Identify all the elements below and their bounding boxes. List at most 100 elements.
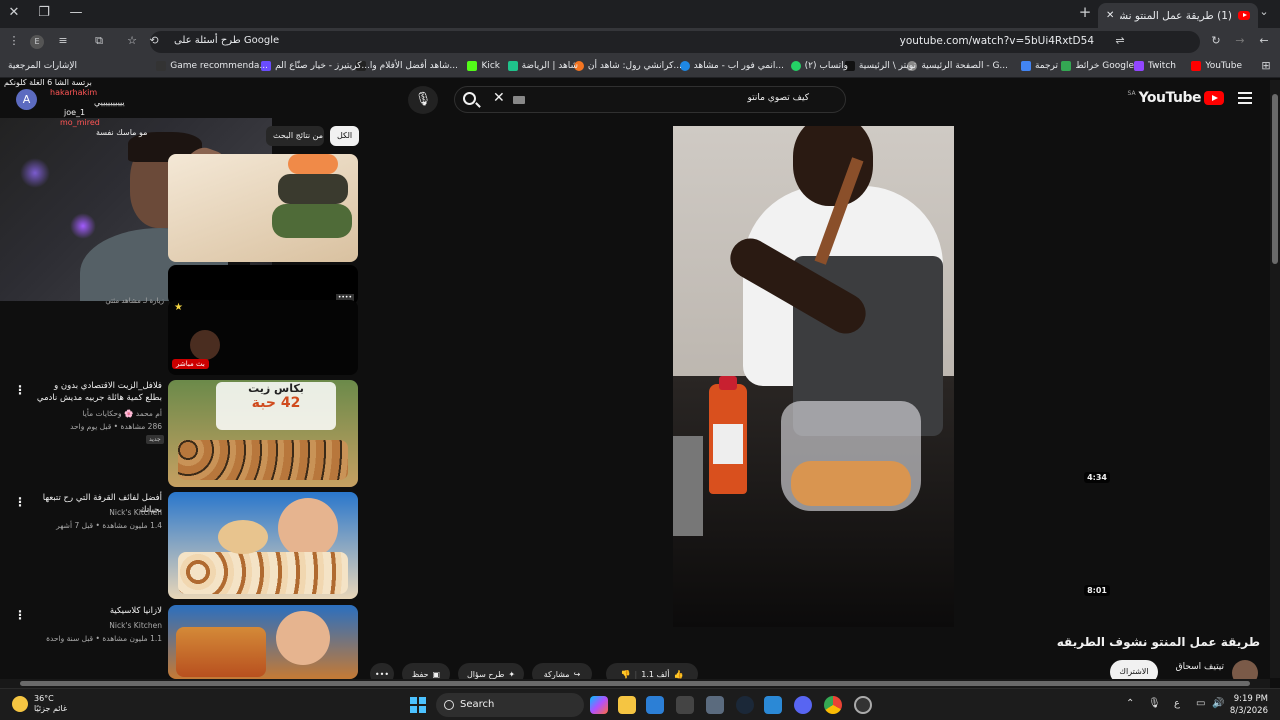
related-meta: 286 مشاهدة • قبل يوم واحد <box>70 422 162 431</box>
related-thumbnail-sushi[interactable] <box>168 154 358 262</box>
extensions-icon[interactable]: ⧉ <box>91 34 107 48</box>
vertical-scrollbar[interactable] <box>1270 80 1280 678</box>
search-icon[interactable] <box>463 92 476 105</box>
related-thumbnail-live[interactable]: ★ بث مباشر <box>168 300 358 375</box>
bookmark-twitch[interactable]: Twitch <box>1133 61 1176 71</box>
back-icon[interactable]: ← <box>1256 34 1272 47</box>
related-meta: زيارة لـ مشاهد مئتي <box>105 297 164 305</box>
more-actions-icon[interactable]: ⋮ <box>14 608 26 622</box>
related-thumbnail-lasagna[interactable] <box>168 605 358 679</box>
bookmark-whatsapp[interactable]: (٢) واتساب <box>790 61 848 71</box>
related-thumbnail-stream[interactable]: •••• <box>168 265 358 305</box>
tray-chevron-icon[interactable]: ⌃ <box>1126 698 1134 709</box>
related-video-title[interactable]: فلافل_الزيت الاقتصادي بدون و بطلع كمية ه… <box>36 380 162 404</box>
steam-icon[interactable] <box>736 696 754 714</box>
address-bar[interactable]: ☆ ⟲ طرح أسئلة على Google youtube.com/wat… <box>127 31 1200 53</box>
minimize-window-button[interactable]: — <box>66 5 86 20</box>
clear-search-icon[interactable]: ✕ <box>493 90 505 106</box>
bookmark-creators[interactable]: كريتيرز - خيار صنّاع الم... <box>261 61 370 71</box>
ask-google-chip[interactable]: طرح أسئلة على Google <box>174 35 279 46</box>
file-explorer-icon[interactable] <box>618 696 636 714</box>
chat-line: hakarhakim <box>50 88 98 97</box>
language-indicator[interactable]: ع <box>1174 698 1180 709</box>
volume-icon[interactable]: 🔊 <box>1212 698 1224 709</box>
related-thumbnail-cinnamon[interactable] <box>168 492 358 599</box>
chat-line: mo_mired <box>60 118 100 127</box>
new-badge: جديد <box>146 435 164 444</box>
menu-dots-icon[interactable]: ⋮ <box>6 34 22 47</box>
tab-search-chevron-icon[interactable]: ⌄ <box>1254 5 1274 18</box>
bookmark-all-bookmarks[interactable]: الإشارات المرجعية <box>8 61 77 71</box>
channel-name[interactable]: تيتيف اسحاق <box>1176 662 1224 672</box>
search-input[interactable]: كيف تصوي مانتو ✕ <box>454 86 846 113</box>
taskbar-search[interactable]: Search <box>436 693 584 717</box>
new-tab-button[interactable]: + <box>1075 3 1095 21</box>
clock[interactable]: 9:19 PM 8/3/2026 <box>1230 693 1268 717</box>
bookmark-youtube[interactable]: YouTube <box>1191 61 1242 71</box>
discord-icon[interactable] <box>794 696 812 714</box>
scroll-thumb[interactable] <box>20 681 1250 686</box>
related-thumbnail-falafel[interactable]: بكاس زيت 42 حبة <box>168 380 358 487</box>
photos-icon[interactable] <box>646 696 664 714</box>
forward-icon[interactable]: → <box>1232 34 1248 47</box>
bookmark-label: Kick <box>481 61 500 71</box>
related-channel[interactable]: Nick's Kitchen <box>36 620 162 632</box>
bookmark-label: ترجمة <box>1034 61 1058 71</box>
dislike-icon[interactable]: 👎 <box>621 670 631 679</box>
bookmark-home[interactable]: الصفحة الرئيسية - G... <box>907 61 1008 71</box>
video-player[interactable] <box>673 126 954 627</box>
scroll-thumb[interactable] <box>1272 94 1278 264</box>
related-channel[interactable]: Nick's Kitchen <box>36 507 162 519</box>
chip-from-search[interactable]: من نتائج البحث <box>266 126 324 146</box>
guide-menu-icon[interactable] <box>1238 92 1252 107</box>
reload-icon[interactable]: ↻ <box>1208 34 1224 47</box>
youtube-logo[interactable]: SA YouTube <box>1128 90 1224 106</box>
bookmark-maps[interactable]: خرائط Google <box>1061 61 1134 71</box>
tab-youtube-video[interactable]: (1) طريقة عمل المنتو نشوف الطر ✕ <box>1098 3 1258 28</box>
duration-badge: 8:01 <box>1084 585 1110 596</box>
app-icon[interactable] <box>764 696 782 714</box>
bookmark-movies[interactable]: شاهد أفضل الأفلام وا... <box>355 61 458 71</box>
app-icon[interactable] <box>706 696 724 714</box>
url-text[interactable]: youtube.com/watch?v=5bUi4RxtD54 <box>900 35 1094 47</box>
media-icon[interactable]: ≡ <box>55 34 71 47</box>
profile-icon[interactable]: E <box>30 35 44 49</box>
horizontal-scrollbar[interactable] <box>0 679 1270 688</box>
close-window-button[interactable]: ✕ <box>4 5 24 20</box>
restore-window-button[interactable]: ❐ <box>34 5 54 20</box>
close-tab-icon[interactable]: ✕ <box>1106 10 1114 21</box>
voice-search-mic-icon[interactable]: 🎙 <box>408 86 438 114</box>
chrome-icon[interactable] <box>824 696 842 714</box>
sushi-roll <box>272 204 352 238</box>
weather-widget[interactable]: 36°C غائم جزئيًا <box>12 694 67 714</box>
more-dots-icon: ••• <box>374 669 390 679</box>
bookmark-shahid-sports[interactable]: شاهد | الرياضة <box>507 61 578 71</box>
related-video-title[interactable]: لازانيا كلاسيكية <box>36 605 162 617</box>
chip-all[interactable]: الكل <box>330 126 360 146</box>
mic-tray-icon[interactable]: 🎙 <box>1148 698 1161 709</box>
bookmark-game-rec[interactable]: Game recommenda... <box>156 61 268 71</box>
lens-icon[interactable]: ⟲ <box>146 34 162 47</box>
like-icon[interactable]: 👍 <box>673 670 683 679</box>
bookmark-crunchyroll[interactable]: كرانشي رول: شاهد أن... <box>573 61 682 71</box>
network-icon[interactable]: ▭ <box>1196 698 1205 709</box>
food-in-bag <box>791 461 911 506</box>
partly-cloudy-icon <box>12 696 28 712</box>
bookmark-twitter[interactable]: تويتر \ الرئيسية <box>844 61 916 71</box>
apps-grid-icon[interactable]: ⊞ <box>1258 59 1274 72</box>
site-info-icon[interactable]: ⇌ <box>1112 34 1128 47</box>
save-icon: ▣ <box>432 669 441 679</box>
related-channel[interactable]: أم محمد 🌸 وحكايات مأيا <box>36 408 162 420</box>
bookmark-label: الصفحة الرئيسية - G... <box>921 61 1008 71</box>
bookmark-translate[interactable]: ترجمة <box>1020 61 1058 71</box>
copilot-icon[interactable] <box>590 696 608 714</box>
keyboard-icon[interactable] <box>513 96 525 104</box>
store-icon[interactable] <box>676 696 694 714</box>
bookmark-star-icon[interactable]: ☆ <box>124 34 140 47</box>
start-button[interactable] <box>410 697 426 713</box>
bookmark-anime[interactable]: انمي فور اب - مشاهد... <box>679 61 784 71</box>
more-actions-icon[interactable]: ⋮ <box>14 495 26 509</box>
bookmark-kick[interactable]: Kick <box>467 61 500 71</box>
app-icon[interactable] <box>854 696 872 714</box>
more-actions-icon[interactable]: ⋮ <box>14 383 26 397</box>
